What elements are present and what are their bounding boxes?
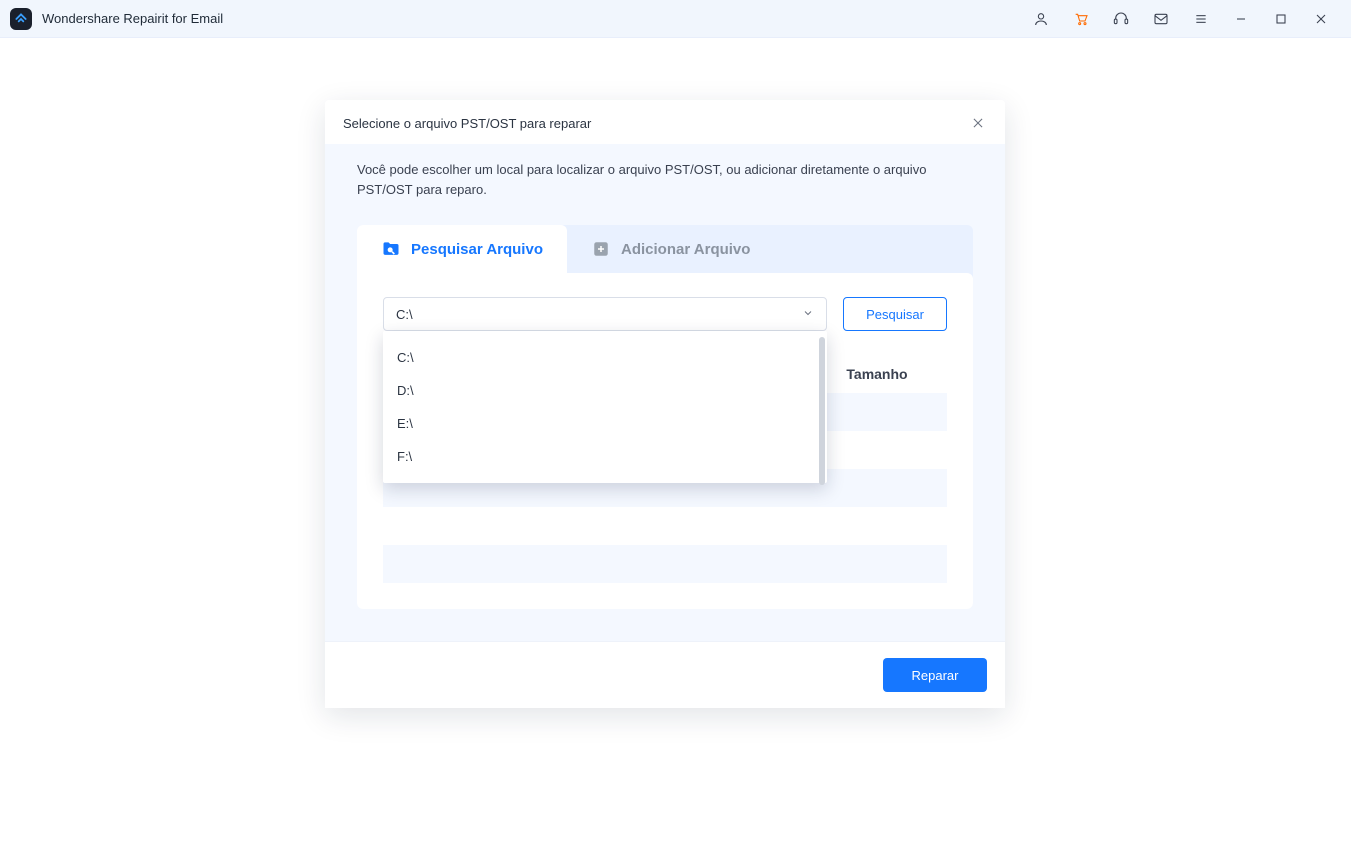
titlebar: Wondershare Repairit for Email (0, 0, 1351, 38)
tab-add-label: Adicionar Arquivo (621, 241, 750, 258)
folder-search-icon (381, 239, 401, 259)
drive-option[interactable]: D:\ (383, 374, 827, 407)
maximize-icon[interactable] (1261, 0, 1301, 38)
close-window-icon[interactable] (1301, 0, 1341, 38)
app-title: Wondershare Repairit for Email (42, 11, 223, 26)
search-button-label: Pesquisar (866, 307, 924, 322)
minimize-icon[interactable] (1221, 0, 1261, 38)
tab-add-file[interactable]: Adicionar Arquivo (567, 225, 774, 273)
repair-button-label: Reparar (912, 668, 959, 683)
tab-panel-search: C:\ Pesquisar C:\ D:\ E:\ F:\ (357, 273, 973, 609)
mail-icon[interactable] (1141, 0, 1181, 38)
chevron-down-icon (802, 307, 814, 322)
tab-search-file[interactable]: Pesquisar Arquivo (357, 225, 567, 273)
drive-option[interactable]: E:\ (383, 407, 827, 440)
cart-icon[interactable] (1061, 0, 1101, 38)
table-row (383, 507, 947, 545)
drive-select-value: C:\ (396, 307, 413, 322)
col-size: Tamanho (807, 366, 947, 382)
menu-icon[interactable] (1181, 0, 1221, 38)
dialog-body: Você pode escolher um local para localiz… (325, 144, 1005, 641)
dialog-description: Você pode escolher um local para localiz… (357, 160, 973, 199)
app-logo-icon (10, 8, 32, 30)
table-row (383, 545, 947, 583)
tabs-card: Pesquisar Arquivo Adicionar Arquivo C:\ (357, 225, 973, 609)
tab-search-label: Pesquisar Arquivo (411, 241, 543, 258)
dialog-title: Selecione o arquivo PST/OST para reparar (343, 116, 591, 131)
repair-button[interactable]: Reparar (883, 658, 987, 692)
plus-square-icon (591, 239, 611, 259)
drive-select[interactable]: C:\ (383, 297, 827, 331)
drive-option[interactable]: F:\ (383, 440, 827, 473)
support-icon[interactable] (1101, 0, 1141, 38)
dialog-header: Selecione o arquivo PST/OST para reparar (325, 100, 1005, 144)
dropdown-scrollbar[interactable] (819, 337, 825, 485)
drive-dropdown-list: C:\ D:\ E:\ F:\ (383, 331, 827, 483)
drive-option[interactable]: C:\ (383, 341, 827, 374)
tabs-row: Pesquisar Arquivo Adicionar Arquivo (357, 225, 973, 273)
dialog-close-button[interactable] (969, 114, 987, 132)
select-file-dialog: Selecione o arquivo PST/OST para reparar… (325, 100, 1005, 708)
search-button[interactable]: Pesquisar (843, 297, 947, 331)
dialog-footer: Reparar (325, 641, 1005, 708)
account-icon[interactable] (1021, 0, 1061, 38)
search-row: C:\ Pesquisar (383, 297, 947, 331)
